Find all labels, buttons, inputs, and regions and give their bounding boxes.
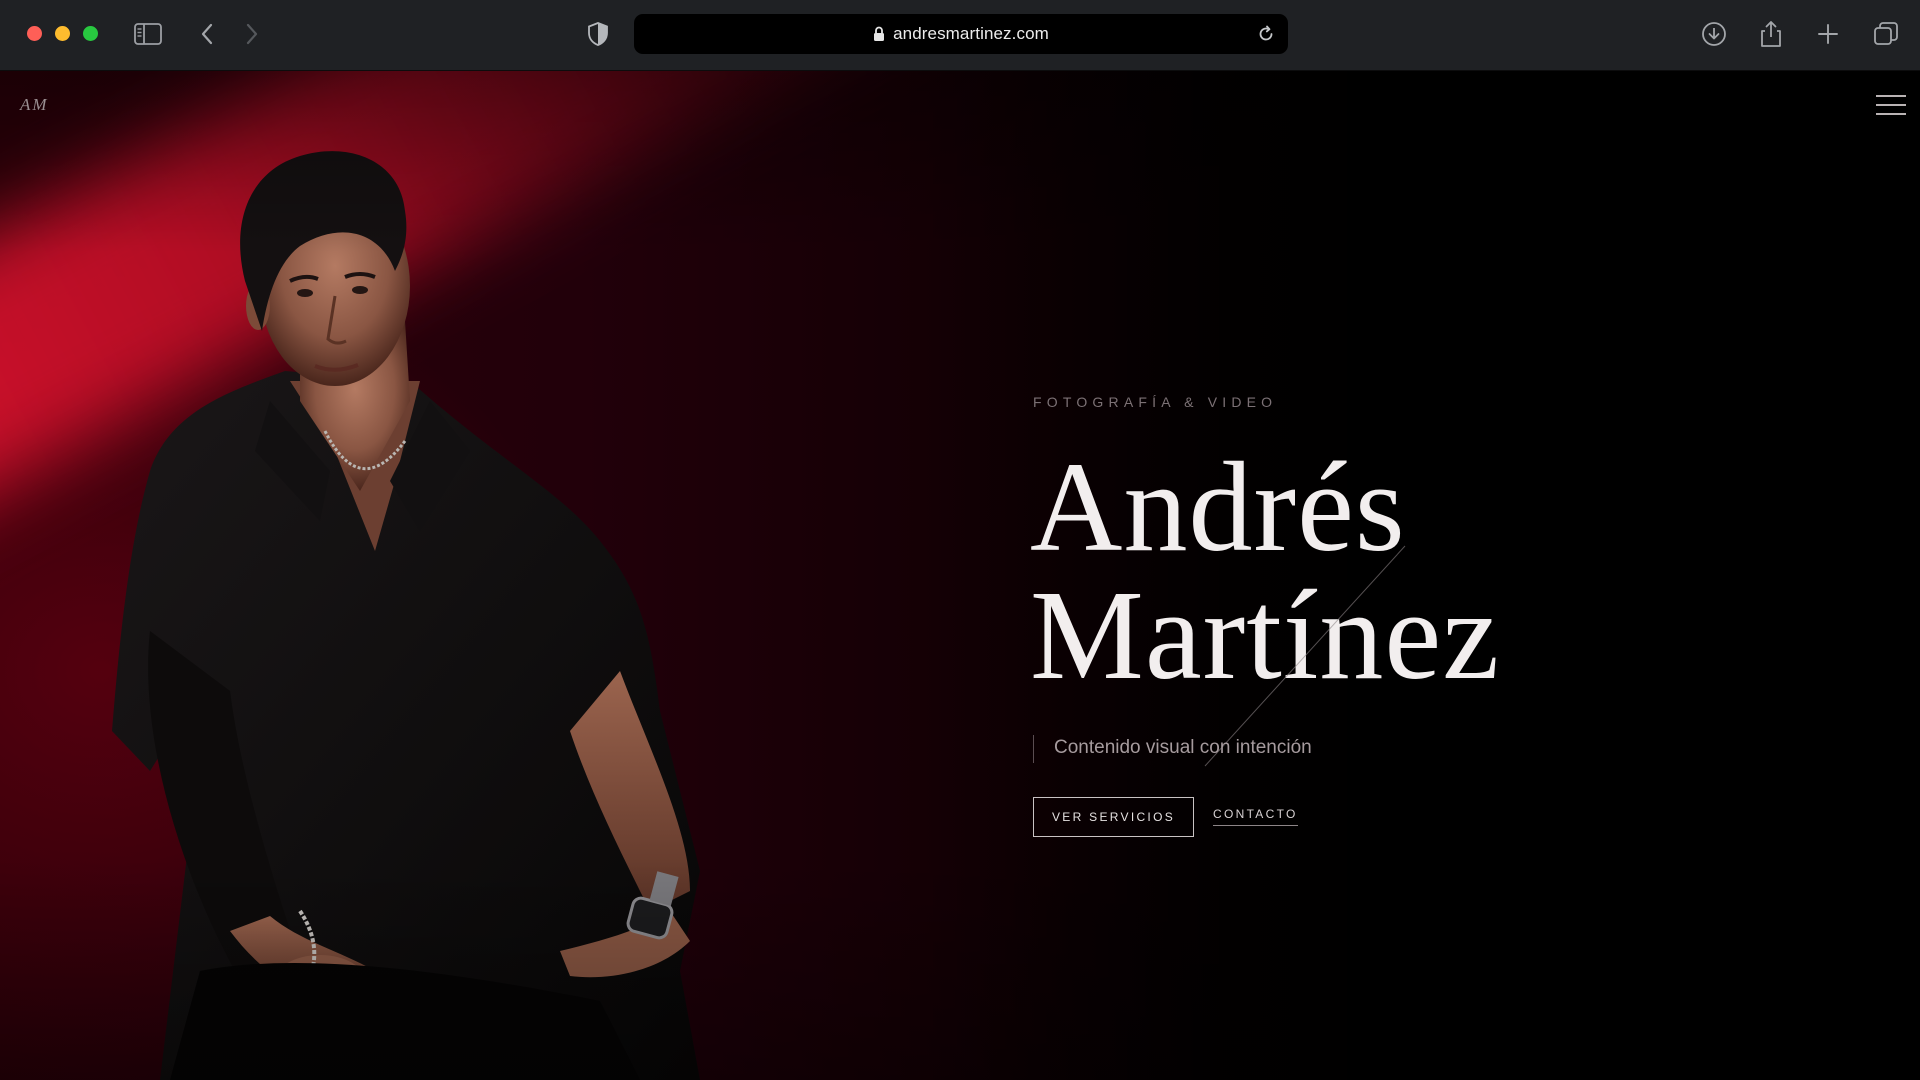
web-page: AM FOTOGRAFÍA & VIDEO Andrés Martínez Co… (0, 71, 1920, 1080)
tab-overview-icon[interactable] (1870, 18, 1902, 50)
shield-icon[interactable] (582, 18, 614, 50)
hero-eyebrow: FOTOGRAFÍA & VIDEO (1033, 394, 1278, 410)
reload-icon[interactable] (1250, 18, 1282, 50)
hamburger-menu-icon[interactable] (1872, 93, 1906, 117)
chevron-left-icon[interactable] (191, 18, 223, 50)
hero-tagline: Contenido visual con intención (1054, 737, 1312, 758)
share-icon[interactable] (1755, 18, 1787, 50)
sidebar-icon[interactable] (132, 18, 164, 50)
close-window-button[interactable] (27, 26, 42, 41)
maximize-window-button[interactable] (83, 26, 98, 41)
chevron-right-icon[interactable] (236, 18, 268, 50)
download-icon[interactable] (1698, 18, 1730, 50)
view-services-button[interactable]: VER SERVICIOS (1033, 797, 1194, 837)
browser-toolbar: andresmartinez.com (0, 0, 1920, 71)
contact-link[interactable]: CONTACTO (1213, 807, 1298, 826)
tagline-divider (1033, 735, 1034, 763)
address-bar[interactable]: andresmartinez.com (634, 14, 1288, 54)
minimize-window-button[interactable] (55, 26, 70, 41)
plus-icon[interactable] (1812, 18, 1844, 50)
site-logo[interactable]: AM (20, 95, 49, 115)
vignette-overlay (0, 71, 1920, 1080)
url-text: andresmartinez.com (893, 24, 1049, 43)
lock-icon (873, 26, 885, 42)
